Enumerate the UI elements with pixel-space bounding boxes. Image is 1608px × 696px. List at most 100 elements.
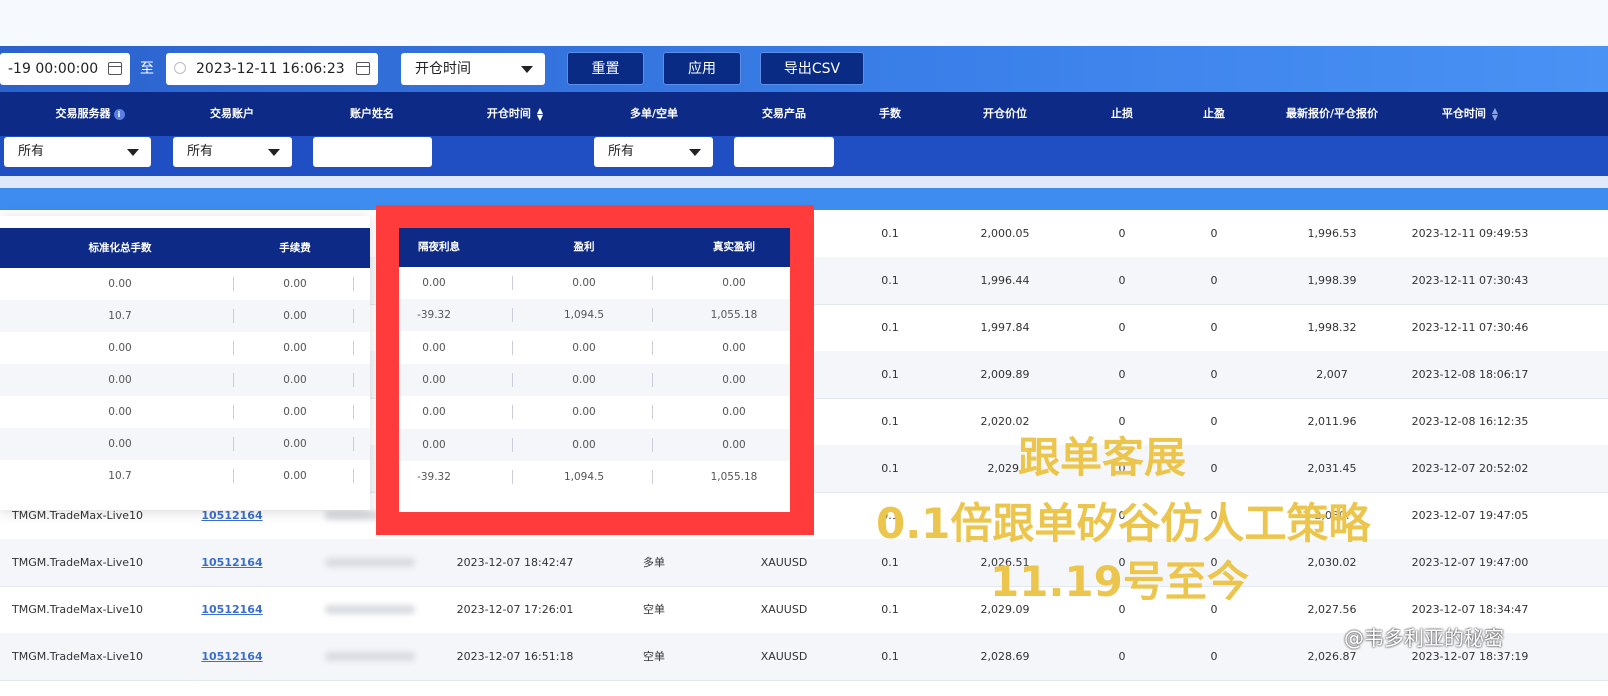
cell-swap: -39.32 bbox=[417, 470, 451, 483]
cell-take-profit: 0 bbox=[1210, 368, 1218, 381]
time-type-select[interactable]: 开仓时间 bbox=[401, 53, 545, 85]
column-divider bbox=[512, 405, 513, 420]
cell-account[interactable]: 10512164 bbox=[172, 586, 292, 633]
watermark-text: @韦多利亚的秘密 bbox=[1344, 626, 1504, 650]
header-lots[interactable]: 手数 bbox=[850, 92, 930, 136]
header-direction[interactable]: 多单/空单 bbox=[594, 92, 714, 136]
cell-open-time: 2023-12-07 18:42:47 bbox=[456, 556, 574, 569]
calendar-icon[interactable] bbox=[356, 62, 370, 75]
cell-direction: 空单 bbox=[643, 650, 665, 663]
cell-standard-lots: 10.7 bbox=[108, 310, 132, 322]
reset-button[interactable]: 重置 bbox=[567, 52, 644, 85]
calendar-icon[interactable] bbox=[108, 62, 122, 75]
clock-icon bbox=[174, 62, 186, 74]
redacted-name bbox=[325, 652, 415, 661]
column-divider bbox=[652, 340, 653, 355]
sort-icon[interactable]: ▲ ▼ bbox=[537, 107, 543, 122]
cell-open-price: 2,009.89 bbox=[980, 368, 1030, 381]
cell-stop-loss: 0 bbox=[1118, 274, 1126, 287]
cell-commission: 0.00 bbox=[283, 438, 307, 450]
header-stop-loss[interactable]: 止损 bbox=[1082, 92, 1162, 136]
cell-profit: 0.00 bbox=[572, 373, 596, 386]
cell-take-profit: 0 bbox=[1210, 321, 1218, 334]
cell-lots: 0.1 bbox=[881, 650, 899, 663]
header-account-name[interactable]: 账户姓名 bbox=[312, 92, 432, 136]
cell-real-profit: 0.00 bbox=[722, 277, 746, 289]
overlay-line-2: 0.1倍跟单矽谷仿人工策略 bbox=[876, 499, 1371, 548]
column-divider bbox=[512, 469, 513, 484]
redacted-name bbox=[325, 605, 415, 614]
cell-standard-lots: 0.00 bbox=[108, 406, 132, 418]
redacted-name bbox=[325, 558, 415, 567]
sort-icon[interactable]: ▲ ▼ bbox=[1492, 107, 1498, 122]
chevron-down-icon bbox=[521, 66, 533, 73]
cell-stop-loss: 0 bbox=[1118, 321, 1126, 334]
column-divider bbox=[233, 405, 234, 419]
cell-swap: 0.00 bbox=[422, 406, 446, 419]
column-divider bbox=[652, 437, 653, 452]
cell-latest-price: 1,998.32 bbox=[1307, 321, 1357, 334]
cell-real-profit: 1,055.18 bbox=[710, 309, 758, 322]
cell-profit: 0.00 bbox=[572, 438, 596, 451]
column-divider bbox=[512, 340, 513, 355]
apply-button[interactable]: 应用 bbox=[663, 52, 741, 85]
export-csv-button[interactable]: 导出CSV bbox=[760, 52, 864, 85]
table-header: 交易服务器 i 交易账户 账户姓名 开仓时间 ▲ ▼ 多单/空单 交易产品 手数 开仓… bbox=[0, 92, 1608, 136]
column-divider bbox=[233, 309, 234, 323]
header-take-profit[interactable]: 止盈 bbox=[1174, 92, 1254, 136]
cell-lots: 0.1 bbox=[881, 462, 899, 475]
cell-swap: 0.00 bbox=[422, 341, 446, 354]
direction-filter-select[interactable]: 所有 bbox=[594, 137, 713, 167]
cell-server: TMGM.TradeMax-Live10 bbox=[12, 603, 144, 616]
account-filter-value: 所有 bbox=[187, 144, 214, 159]
account-name-filter-input[interactable] bbox=[313, 137, 432, 167]
column-divider bbox=[233, 373, 234, 387]
server-filter-select[interactable]: 所有 bbox=[4, 137, 151, 167]
cell-standard-lots: 0.00 bbox=[108, 438, 132, 450]
cell-close-time: 2023-12-08 16:12:35 bbox=[1411, 415, 1529, 428]
cell-lots: 0.1 bbox=[881, 321, 899, 334]
header-close-time[interactable]: 平仓时间 ▲ ▼ bbox=[1400, 92, 1540, 136]
overlay-line-1: 跟单客展 bbox=[1018, 433, 1187, 482]
column-divider bbox=[353, 405, 354, 419]
info-icon[interactable]: i bbox=[113, 108, 125, 120]
cell-open-price: 1,996.44 bbox=[980, 274, 1030, 287]
account-filter-select[interactable]: 所有 bbox=[173, 137, 292, 167]
header-swap: 隔夜利息 bbox=[418, 241, 460, 253]
column-divider bbox=[512, 437, 513, 452]
cell-account[interactable]: 10512164 bbox=[172, 539, 292, 586]
cell-account[interactable]: 10512164 bbox=[172, 633, 292, 680]
start-date-input[interactable]: -19 00:00:00 bbox=[0, 53, 130, 85]
filter-bar: -19 00:00:00 至 2023-12-11 16:06:23 开仓时间 … bbox=[0, 46, 1608, 92]
overlay-line-3: 11.19号至今 bbox=[990, 557, 1249, 606]
summary-left-header: 标准化总手数 手续费 bbox=[0, 228, 370, 268]
cell-commission: 0.00 bbox=[283, 406, 307, 418]
end-date-input[interactable]: 2023-12-11 16:06:23 bbox=[166, 53, 378, 85]
header-account[interactable]: 交易账户 bbox=[172, 92, 292, 136]
cell-server: TMGM.TradeMax-Live10 bbox=[12, 556, 144, 569]
cell-standard-lots: 0.00 bbox=[108, 374, 132, 386]
cell-open-price: 1,997.84 bbox=[980, 321, 1030, 334]
column-divider bbox=[512, 276, 513, 290]
product-filter-input[interactable] bbox=[734, 137, 834, 167]
header-real-profit: 真实盈利 bbox=[713, 241, 755, 253]
cell-profit: 0.00 bbox=[572, 406, 596, 419]
column-divider bbox=[353, 309, 354, 323]
column-divider bbox=[353, 437, 354, 451]
column-divider bbox=[652, 469, 653, 484]
column-divider bbox=[353, 469, 354, 483]
column-divider bbox=[233, 437, 234, 451]
header-open-price[interactable]: 开仓价位 bbox=[945, 92, 1065, 136]
column-divider bbox=[652, 372, 653, 387]
cell-commission: 0.00 bbox=[283, 342, 307, 354]
header-server[interactable]: 交易服务器 i bbox=[20, 92, 160, 136]
cell-open-price: 2,028.69 bbox=[980, 650, 1030, 663]
cell-commission: 0.00 bbox=[283, 470, 307, 482]
cell-product: XAUUSD bbox=[760, 603, 808, 616]
cell-take-profit: 0 bbox=[1210, 650, 1218, 663]
column-divider bbox=[353, 373, 354, 387]
cell-close-time: 2023-12-11 09:49:53 bbox=[1411, 227, 1529, 240]
header-open-time[interactable]: 开仓时间 ▲ ▼ bbox=[440, 92, 590, 136]
header-latest-price[interactable]: 最新报价/平仓报价 bbox=[1262, 92, 1402, 136]
header-product[interactable]: 交易产品 bbox=[724, 92, 844, 136]
